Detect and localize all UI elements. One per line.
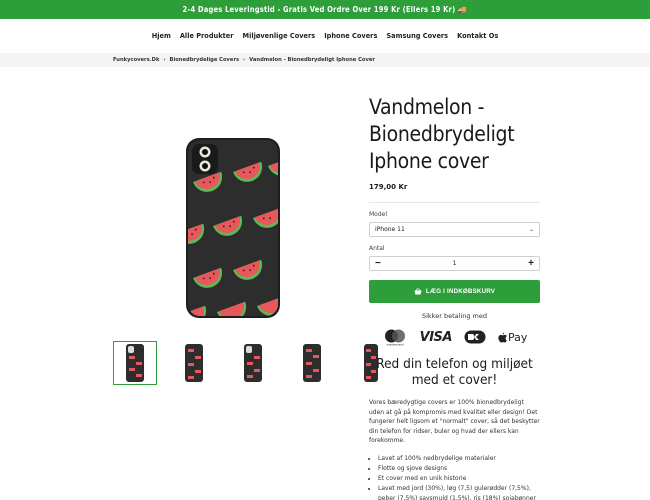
announcement-text: 2-4 Dages Leveringstid - Gratis Ved Ordr…: [182, 5, 468, 14]
product-description: Vores bæredygtige covers er 100% bionedb…: [369, 399, 540, 444]
feature-item: Lavet med jord (30%), løg (7,5) gulerødd…: [378, 484, 540, 500]
breadcrumb-home[interactable]: Funkycovers.Dk: [113, 57, 159, 63]
quantity-label: Antal: [369, 245, 385, 252]
product-image[interactable]: [183, 138, 283, 318]
apple-pay-label: Pay: [507, 330, 528, 344]
quantity-value[interactable]: 1: [453, 260, 457, 267]
breadcrumb-current: Vandmelon - Bionedbrydeligt Iphone Cover: [249, 57, 375, 63]
basket-icon: [414, 288, 422, 295]
feature-item: Et cover med en unik historie: [378, 474, 540, 484]
feature-list: Lavet af 100% nedbrydelige materialer Fl…: [369, 454, 540, 500]
thumbnail-strip: [113, 341, 393, 385]
visa-icon: VISA: [419, 329, 453, 345]
payment-icons: mastercard VISA Pay: [369, 326, 540, 348]
product-section: Vandmelon - Bionedbrydeligt Iphone cover…: [0, 67, 650, 500]
breadcrumb: Funkycovers.Dk › Bionedbrydelige Covers …: [0, 53, 650, 67]
breadcrumb-category[interactable]: Bionedbrydelige Covers: [169, 57, 239, 63]
product-title: Vandmelon - Bionedbrydeligt Iphone cover: [369, 95, 515, 173]
thumbnail-2[interactable]: [172, 341, 216, 385]
dankort-icon: [464, 330, 486, 344]
thumbnail-1[interactable]: [113, 341, 157, 385]
thumbnail-4[interactable]: [290, 341, 334, 385]
announcement-bar: 2-4 Dages Leveringstid - Gratis Ved Ordr…: [0, 0, 650, 19]
mastercard-icon: mastercard: [384, 329, 405, 346]
breadcrumb-separator-icon: ›: [243, 57, 246, 63]
product-price: 179,00 Kr: [369, 183, 540, 203]
feature-item: Flotte og sjove designs: [378, 464, 540, 474]
secure-payment-label: Sikker betaling med: [421, 312, 487, 320]
nav-item-miljovenlige-covers[interactable]: Miljøvenlige Covers: [243, 32, 316, 40]
model-select-value: iPhone 11: [375, 226, 405, 233]
apple-logo-icon: [498, 332, 507, 342]
product-info: Vandmelon - Bionedbrydeligt Iphone cover…: [369, 94, 540, 500]
breadcrumb-separator-icon: ›: [163, 57, 166, 63]
chevron-down-icon: ⌄: [528, 226, 534, 233]
model-select[interactable]: iPhone 11 ⌄: [369, 222, 540, 237]
quantity-decrease-button[interactable]: −: [375, 258, 381, 269]
nav-item-samsung-covers[interactable]: Samsung Covers: [386, 32, 448, 40]
add-to-cart-button[interactable]: LÆG I INDKØBSKURV: [369, 280, 540, 303]
quantity-increase-button[interactable]: +: [528, 258, 534, 269]
nav-item-alle-produkter[interactable]: Alle Produkter: [180, 32, 234, 40]
main-nav: Hjem Alle Produkter Miljøvenlige Covers …: [0, 19, 650, 53]
thumbnail-3[interactable]: [231, 341, 275, 385]
promo-headline: Red din telefon og miljøet med et cover!: [376, 356, 533, 388]
nav-item-iphone-covers[interactable]: Iphone Covers: [324, 32, 377, 40]
add-to-cart-label: LÆG I INDKØBSKURV: [425, 288, 496, 295]
nav-item-kontakt-os[interactable]: Kontakt Os: [457, 32, 498, 40]
apple-pay-icon: Pay: [498, 331, 527, 344]
svg-text:mastercard: mastercard: [386, 342, 403, 346]
quantity-stepper: − 1 +: [369, 256, 540, 271]
feature-item: Lavet af 100% nedbrydelige materialer: [378, 454, 540, 464]
nav-item-hjem[interactable]: Hjem: [152, 32, 171, 40]
model-label: Model: [369, 211, 388, 218]
